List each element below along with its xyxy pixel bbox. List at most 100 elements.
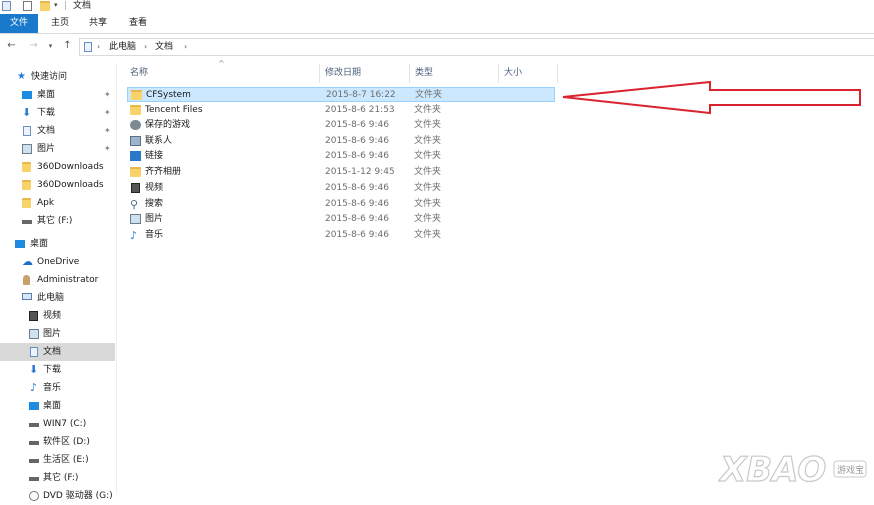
nav-this-pc[interactable]: 此电脑 [0,289,115,307]
tab-view[interactable]: 查看 [122,14,154,33]
file-row[interactable]: ⚲ 搜索 2015-8-6 9:46 文件夹 [127,197,555,212]
search-icon: ⚲ [130,198,139,211]
nav-drive-e[interactable]: 生活区 (E:) [0,451,115,469]
ribbon-tabs: 文件 主页 共享 查看 [0,14,874,34]
drive-icon [29,477,39,481]
nav-downloads[interactable]: ⬇ 下载 [0,361,115,379]
file-date: 2015-1-12 9:45 [325,167,395,177]
documents-icon [23,126,31,136]
tab-share[interactable]: 共享 [82,14,114,33]
drive-icon [22,220,32,224]
nav-desktop-root[interactable]: 桌面 [0,235,115,253]
nav-drive-c[interactable]: WIN7 (C:) [0,415,115,433]
checkbox-icon[interactable] [23,1,32,11]
folder-icon [22,162,31,172]
nav-desktop-pinned[interactable]: 桌面 ✦ [0,86,115,104]
nav-drive-d[interactable]: 软件区 (D:) [0,433,115,451]
file-row[interactable]: 链接 2015-8-6 9:46 文件夹 [127,149,555,164]
file-date: 2015-8-6 9:46 [325,136,389,146]
nav-music[interactable]: ♪ 音乐 [0,379,115,397]
annotation-arrow [562,80,861,115]
column-divider[interactable] [498,64,499,83]
file-row[interactable]: 图片 2015-8-6 9:46 文件夹 [127,212,555,227]
breadcrumb-this-pc[interactable]: 此电脑 [109,39,136,55]
nav-360downloads-2[interactable]: 360Downloads [0,176,115,194]
file-name: 音乐 [145,230,164,240]
nav-administrator[interactable]: Administrator [0,271,115,289]
file-type: 文件夹 [414,199,442,209]
nav-documents[interactable]: 文档 [0,343,115,361]
file-row[interactable]: 齐齐相册 2015-1-12 9:45 文件夹 [127,165,555,180]
pin-icon[interactable]: ✦ [104,86,111,104]
file-row[interactable]: 联系人 2015-8-6 9:46 文件夹 [127,134,555,149]
nav-360downloads-1[interactable]: 360Downloads [0,158,115,176]
column-divider[interactable] [409,64,410,83]
nav-desktop[interactable]: 桌面 [0,397,115,415]
tab-file[interactable]: 文件 [0,14,38,33]
file-name: Tencent Files [145,105,203,115]
new-folder-icon[interactable] [40,1,50,11]
saved-games-icon [130,120,141,130]
title-bar: ▾ | 文档 [0,0,874,14]
pin-icon[interactable]: ✦ [104,140,111,158]
file-row[interactable]: ♪ 音乐 2015-8-6 9:46 文件夹 [127,228,555,243]
address-bar[interactable]: › 此电脑 › 文档 › [79,38,874,56]
file-date: 2015-8-6 9:46 [325,214,389,224]
tab-home[interactable]: 主页 [44,14,76,33]
column-header-name[interactable]: 名称 [130,64,148,83]
nav-quick-access[interactable]: ★ 快速访问 [0,68,115,86]
documents-icon [30,347,38,357]
nav-documents-pinned[interactable]: 文档 ✦ [0,122,115,140]
customize-toolbar-icon[interactable]: ▾ [54,1,58,12]
folder-icon [130,105,141,115]
file-name: 链接 [145,151,164,161]
file-date: 2015-8-6 21:53 [325,105,395,115]
recent-locations-icon[interactable]: ▾ [44,39,57,53]
nav-onedrive[interactable]: ☁ OneDrive [0,253,115,271]
crumb-separator-icon: › [97,42,101,51]
nav-downloads-pinned[interactable]: ⬇ 下载 ✦ [0,104,115,122]
download-icon: ⬇ [29,363,39,376]
folder-icon [130,167,141,177]
file-name: 保存的游戏 [145,120,191,130]
file-row[interactable]: Tencent Files 2015-8-6 21:53 文件夹 [127,103,555,118]
nav-videos[interactable]: 视频 [0,307,115,325]
file-date: 2015-8-6 9:46 [325,199,389,209]
desktop-icon [15,240,25,248]
title-divider: | [64,1,68,11]
watermark-logo: XBAO 游戏宝 [717,449,868,491]
windows-drive-icon [29,423,39,427]
nav-pictures[interactable]: 图片 [0,325,115,343]
column-header-type[interactable]: 类型 [415,64,433,83]
column-divider[interactable] [319,64,320,83]
file-date: 2015-8-7 16:22 [326,90,396,100]
nav-drive-f-quick[interactable]: 其它 (F:) [0,212,115,230]
nav-drive-f[interactable]: 其它 (F:) [0,469,115,487]
nav-apk[interactable]: Apk [0,194,115,212]
nav-dvd-drive[interactable]: DVD 驱动器 (G:) [0,487,115,505]
dvd-icon [29,491,39,501]
documents-location-icon [84,42,92,52]
file-type: 文件夹 [414,230,442,240]
forward-icon[interactable]: → [27,39,40,53]
drive-icon [29,441,39,445]
file-row[interactable]: 保存的游戏 2015-8-6 9:46 文件夹 [127,118,555,133]
file-row[interactable]: CFSystem 2015-8-7 16:22 文件夹 [127,87,555,102]
column-header-date[interactable]: 修改日期 [325,64,361,83]
window-title: 文档 [73,1,92,11]
file-row[interactable]: 视频 2015-8-6 9:46 文件夹 [127,181,555,196]
breadcrumb-documents[interactable]: 文档 [155,39,173,55]
pin-icon[interactable]: ✦ [104,122,111,140]
folder-icon [22,180,31,190]
file-date: 2015-8-6 9:46 [325,230,389,240]
properties-icon[interactable] [2,1,11,11]
nav-pictures-pinned[interactable]: 图片 ✦ [0,140,115,158]
pin-icon[interactable]: ✦ [104,104,111,122]
up-icon[interactable]: ↑ [61,39,74,53]
file-type: 文件夹 [415,90,443,100]
music-icon: ♪ [130,229,138,242]
crumb-separator-icon: › [184,42,188,51]
back-icon[interactable]: ← [5,39,18,53]
column-header-size[interactable]: 大小 [504,64,522,83]
user-icon [23,275,30,285]
